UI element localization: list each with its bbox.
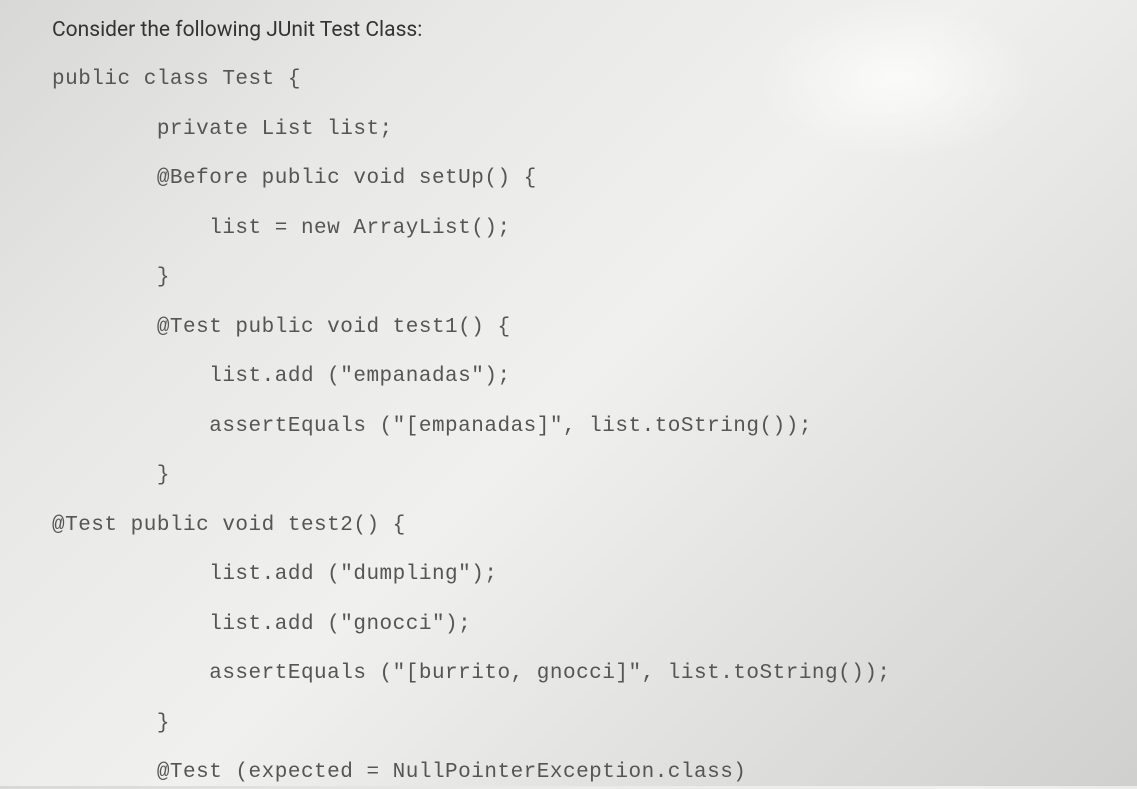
code-line: list.add ("empanadas"); — [52, 361, 1085, 393]
code-line: assertEquals ("[burrito, gnocci]", list.… — [52, 658, 1085, 690]
code-line: } — [52, 262, 1085, 294]
code-block: public class Test { private List list; @… — [52, 64, 1085, 789]
code-line: @Test public void test1() { — [52, 312, 1085, 344]
code-line: list = new ArrayList(); — [52, 213, 1085, 245]
code-line: public class Test { — [52, 64, 1085, 96]
code-line: list.add ("gnocci"); — [52, 609, 1085, 641]
code-line: } — [52, 460, 1085, 492]
code-line: assertEquals ("[empanadas]", list.toStri… — [52, 411, 1085, 443]
code-line: } — [52, 708, 1085, 740]
question-prompt: Consider the following JUnit Test Class: — [52, 18, 1085, 42]
code-line: private List list; — [52, 114, 1085, 146]
code-line: @Test (expected = NullPointerException.c… — [52, 757, 1085, 789]
code-line: @Before public void setUp() { — [52, 163, 1085, 195]
code-line: list.add ("dumpling"); — [52, 559, 1085, 591]
code-line: @Test public void test2() { — [52, 510, 1085, 542]
